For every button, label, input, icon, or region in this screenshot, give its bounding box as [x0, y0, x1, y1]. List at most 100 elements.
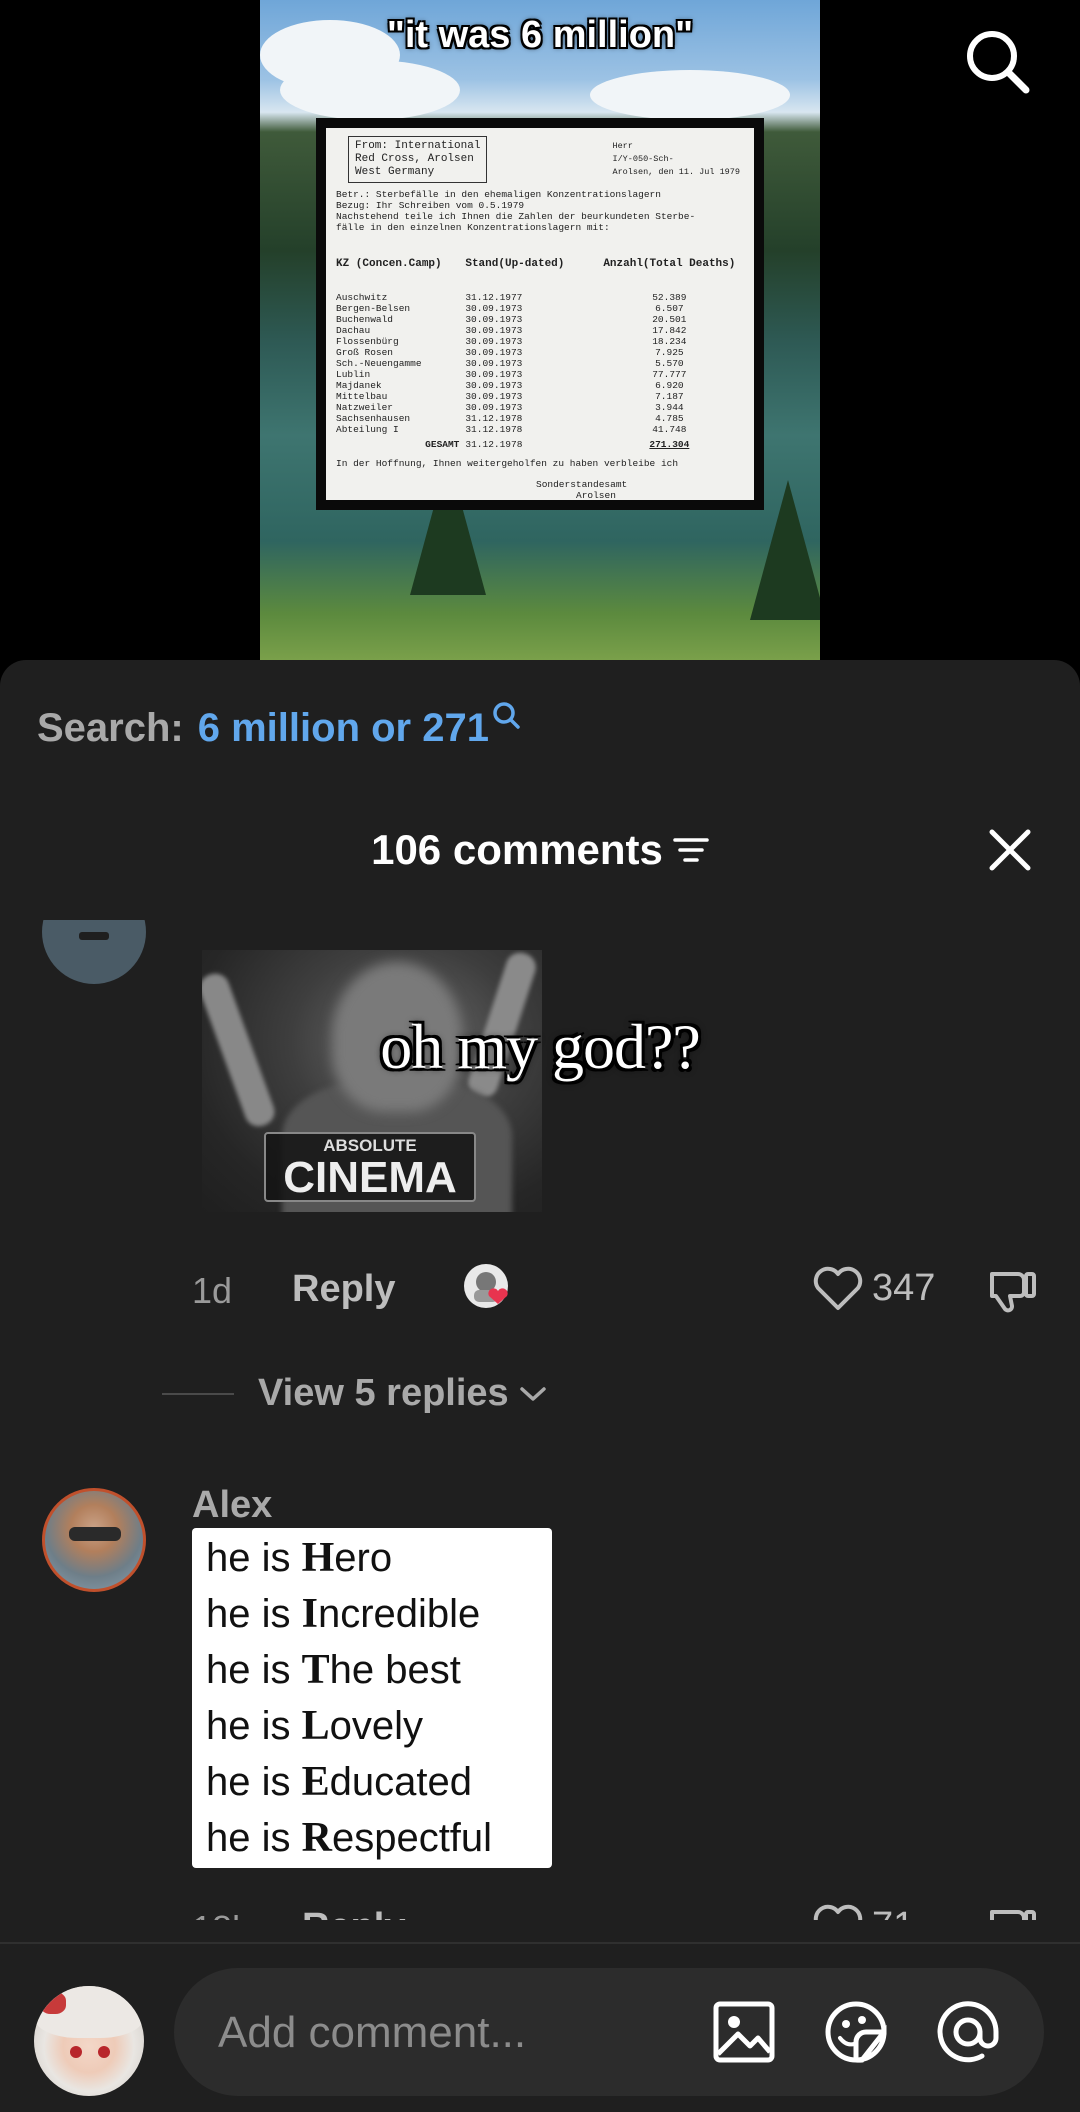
- reply-button[interactable]: Reply: [292, 1268, 395, 1311]
- avatar[interactable]: [42, 920, 146, 984]
- document-cell: 20.501: [652, 314, 687, 325]
- document-cell: Abteilung I: [336, 424, 399, 435]
- filter-icon[interactable]: [673, 835, 709, 865]
- document-text: Bezug: Ihr Schreiben vom 0.5.1979: [336, 200, 525, 211]
- document-cell: 30.09.1973: [465, 402, 523, 413]
- document-cell: Buchenwald: [336, 314, 394, 325]
- meme-big-text: CINEMA: [283, 1153, 457, 1202]
- document-cell: 17.842: [652, 325, 687, 336]
- commenter-name[interactable]: Alex: [192, 1484, 272, 1527]
- comment-overlay-text: oh my god??: [380, 1011, 701, 1082]
- document-cell: Auschwitz: [336, 292, 388, 303]
- document-cell: 52.389: [652, 292, 687, 303]
- search-icon: [493, 702, 520, 729]
- document-cell: 31.12.1978: [465, 413, 523, 424]
- document-text: fälle in den einzelnen Konzentrationslag…: [336, 222, 610, 233]
- comments-header: 106 comments: [0, 826, 1080, 874]
- at-icon[interactable]: [934, 1998, 1002, 2066]
- document-cell: 18.234: [652, 336, 687, 347]
- document-cell: Sachsenhausen: [336, 413, 411, 424]
- comment-input[interactable]: Add comment...: [174, 1968, 1044, 2096]
- video-caption: "it was 6 million": [386, 14, 694, 56]
- document-cell: 7.187: [655, 391, 684, 402]
- document-text: Herr: [612, 141, 633, 151]
- avatar-eye: [98, 2046, 110, 2058]
- document-text: West Germany: [355, 166, 435, 178]
- document-cell: Bergen-Belsen: [336, 303, 411, 314]
- creator-liked-badge: [464, 1264, 508, 1308]
- document-cell: 30.09.1973: [465, 303, 523, 314]
- document-col-header: KZ (Concen.Camp): [336, 258, 442, 270]
- document-cell: 30.09.1973: [465, 325, 523, 336]
- document-paper: From: International Red Cross, Arolsen W…: [326, 128, 754, 500]
- document-col-header: Stand(Up-dated): [465, 258, 565, 270]
- like-button[interactable]: 347: [812, 1264, 935, 1312]
- text-line: he is The best: [206, 1647, 461, 1693]
- document-cell: 5.570: [655, 358, 684, 369]
- document-cell: 30.09.1973: [465, 336, 523, 347]
- document-cell: Sch.-Neuengamme: [336, 358, 422, 369]
- document-cell: Lublin: [336, 369, 371, 380]
- text-line: he is Educated: [206, 1759, 472, 1805]
- text-line: he is Hero: [206, 1535, 393, 1581]
- search-suggestion[interactable]: Search: 6 million or 271: [37, 702, 521, 751]
- comments-count: 106 comments: [371, 826, 663, 873]
- comments-list[interactable]: ABSOLUTE CINEMA oh my god?? 1d Reply 347: [0, 920, 1080, 1920]
- document-image: From: International Red Cross, Arolsen W…: [316, 118, 764, 510]
- document-cell: Mittelbau: [336, 391, 388, 402]
- comment-text-image[interactable]: he is Hero he is Incredible he is The be…: [192, 1528, 552, 1868]
- image-icon[interactable]: [710, 1998, 778, 2066]
- comment-input-placeholder: Add comment...: [218, 2008, 527, 2057]
- dislike-icon[interactable]: [986, 1902, 1038, 1920]
- document-total-label: GESAMT: [425, 439, 460, 450]
- search-term-link[interactable]: 6 million or 271: [198, 706, 489, 751]
- document-col-dates: Stand(Up-dated) 31.12.1977 30.09.1973 30.0…: [465, 237, 594, 436]
- document-cell: 30.09.1973: [465, 380, 523, 391]
- document-cell: Majdanek: [336, 380, 382, 391]
- like-count: 347: [872, 1266, 936, 1309]
- comment-age: 1d: [192, 1270, 233, 1311]
- cloud: [590, 70, 790, 120]
- document-cell: Flossenbürg: [336, 336, 399, 347]
- document-cell: 6.920: [655, 380, 684, 391]
- document-col-header: Anzahl(Total Deaths): [603, 258, 736, 270]
- document-cell: 31.12.1977: [465, 292, 523, 303]
- avatar[interactable]: [42, 1488, 146, 1592]
- document-cell: 30.09.1973: [465, 347, 523, 358]
- text-line: he is Lovely: [206, 1703, 424, 1749]
- avatar[interactable]: [34, 1986, 144, 2096]
- dislike-icon[interactable]: [986, 1264, 1038, 1316]
- document-cell: 30.09.1973: [465, 391, 523, 402]
- sticker-icon[interactable]: [822, 1998, 890, 2066]
- view-replies-button[interactable]: View 5 replies: [162, 1372, 547, 1415]
- video-player[interactable]: "it was 6 million" From: International R…: [0, 0, 1080, 660]
- close-icon[interactable]: [986, 826, 1034, 874]
- comment-age: 18h: [192, 1908, 252, 1920]
- document-text: Arolsen: [576, 490, 616, 500]
- search-icon[interactable]: [962, 26, 1032, 96]
- document-cell: 31.12.1978: [465, 424, 523, 435]
- cloud: [280, 60, 460, 120]
- like-button[interactable]: 71: [812, 1902, 914, 1920]
- document-text: Red Cross, Arolsen: [355, 153, 474, 165]
- document-cell: 30.09.1973: [465, 314, 523, 325]
- document-col-deaths: Anzahl(Total Deaths) 52.389 6.507 20.501 17…: [595, 237, 744, 436]
- text-line: he is Incredible: [206, 1591, 481, 1637]
- document-text: Betr.: Sterbefälle in den ehemaligen Kon…: [336, 189, 661, 200]
- document-table: KZ (Concen.Camp) Auschwitz Bergen-Belsen B…: [336, 237, 744, 436]
- search-prefix: Search:: [37, 706, 184, 750]
- view-replies-label: View 5 replies: [258, 1372, 509, 1414]
- document-cell: Groß Rosen: [336, 347, 394, 358]
- document-cell: 3.944: [655, 402, 684, 413]
- document-cell: 7.925: [655, 347, 684, 358]
- document-text: In der Hoffnung, Ihnen weitergeholfen zu…: [336, 458, 679, 469]
- comment-composer-bar: Add comment...: [0, 1942, 1080, 2112]
- document-cell: Dachau: [336, 325, 371, 336]
- document-text: Nachstehend teile ich Ihnen die Zahlen d…: [336, 211, 696, 222]
- document-total-date: 31.12.1978: [465, 439, 523, 450]
- meme-banner: ABSOLUTE CINEMA: [264, 1132, 476, 1202]
- heart-icon: [813, 1904, 863, 1920]
- document-cell: 77.777: [652, 369, 687, 380]
- document-text: From: International: [355, 140, 481, 152]
- reply-button[interactable]: Reply: [302, 1906, 405, 1920]
